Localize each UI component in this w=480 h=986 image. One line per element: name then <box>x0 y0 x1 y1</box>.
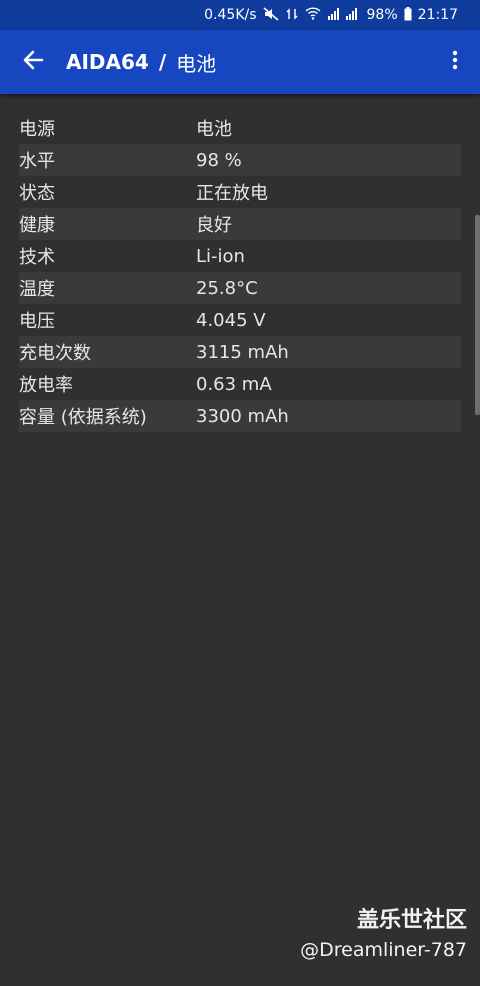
row-key: 电压 <box>19 311 55 332</box>
app-bar: AIDA64 / 电池 <box>0 30 480 94</box>
page-name: 电池 <box>176 51 217 76</box>
data-icon <box>285 7 299 24</box>
page-title: AIDA64 / 电池 <box>66 48 430 77</box>
table-row: 容量 (依据系统) 3300 mAh <box>19 400 461 432</box>
row-key: 容量 (依据系统) <box>19 407 147 428</box>
battery-icon <box>404 6 412 24</box>
row-value: 4.045 V <box>196 309 266 331</box>
row-key: 充电次数 <box>19 343 91 364</box>
table-row: 健康 良好 <box>19 208 461 240</box>
watermark-user: @Dreamliner-787 <box>300 939 467 961</box>
row-value: 98 % <box>196 149 242 171</box>
row-value: 3300 mAh <box>196 405 289 427</box>
scrollbar[interactable] <box>475 215 480 415</box>
more-vert-icon <box>452 50 458 74</box>
row-key: 放电率 <box>19 375 73 396</box>
status-bar: 0.45K/s 98% 21:17 <box>0 0 480 30</box>
net-speed: 0.45K/s <box>204 7 257 23</box>
row-key: 水平 <box>19 151 55 172</box>
row-key: 电源 <box>19 119 55 140</box>
overflow-menu-button[interactable] <box>430 30 480 94</box>
table-row: 水平 98 % <box>19 144 461 176</box>
row-value: 3115 mAh <box>196 341 289 363</box>
watermark: 盖乐世社区 @Dreamliner-787 <box>300 906 467 964</box>
table-row: 电压 4.045 V <box>19 304 461 336</box>
arrow-back-icon <box>22 49 44 75</box>
row-value: 良好 <box>196 215 232 236</box>
row-key: 状态 <box>19 183 55 204</box>
clock: 21:17 <box>417 7 458 23</box>
row-value: 电池 <box>196 119 232 140</box>
row-value: 正在放电 <box>196 183 268 204</box>
table-row: 充电次数 3115 mAh <box>19 336 461 368</box>
row-key: 温度 <box>19 279 55 300</box>
table-row: 电源 电池 <box>19 112 461 144</box>
table-row: 温度 25.8°C <box>19 272 461 304</box>
signal-icon <box>327 7 361 23</box>
row-value: Li-ion <box>196 245 245 267</box>
row-key: 健康 <box>19 215 55 236</box>
watermark-brand: 盖乐世社区 <box>356 908 467 933</box>
table-row: 状态 正在放电 <box>19 176 461 208</box>
table-row: 技术 Li-ion <box>19 240 461 272</box>
table-row: 放电率 0.63 mA <box>19 368 461 400</box>
row-key: 技术 <box>19 247 55 268</box>
wifi-icon <box>305 7 321 23</box>
battery-info-table: 电源 电池水平 98 % 状态 正在放电健康 良好技术 Li-ion 温度 25.8°C 电压 4.… <box>19 112 461 432</box>
row-value: 25.8°C <box>196 277 258 299</box>
mute-icon <box>262 6 279 24</box>
battery-percent: 98% <box>366 7 398 23</box>
back-button[interactable] <box>0 30 66 94</box>
title-separator: / <box>158 50 167 74</box>
app-name: AIDA64 <box>66 50 149 74</box>
row-value: 0.63 mA <box>196 373 272 395</box>
